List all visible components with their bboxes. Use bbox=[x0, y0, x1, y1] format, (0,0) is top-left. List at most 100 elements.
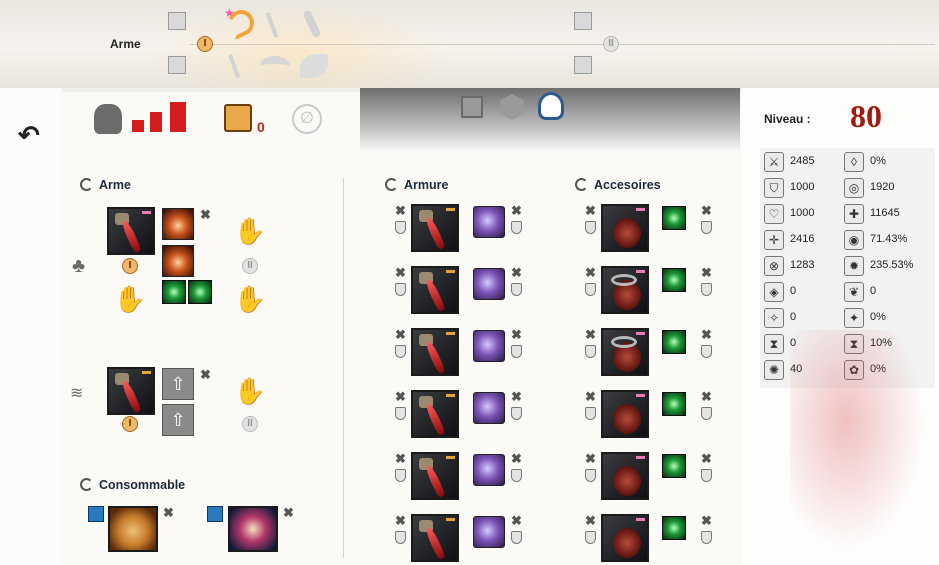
accessory-jewel[interactable] bbox=[662, 454, 686, 478]
sigil-slot-1[interactable] bbox=[162, 208, 194, 240]
weapon-slot-water-1[interactable] bbox=[107, 367, 155, 415]
heart-icon: ♡ bbox=[764, 204, 784, 224]
level-value: 80 bbox=[850, 98, 882, 134]
stat-value: 1920 bbox=[870, 181, 895, 193]
land-tree-icon: ♣ bbox=[72, 255, 86, 277]
armor-slot-hands[interactable] bbox=[411, 390, 459, 438]
utility-slot[interactable] bbox=[228, 506, 278, 552]
food-icon bbox=[88, 506, 104, 522]
accessory-slot-amulet[interactable] bbox=[601, 514, 649, 562]
rank-bar-1 bbox=[132, 120, 144, 132]
weapon-bar-line bbox=[190, 44, 935, 45]
fan-icon[interactable] bbox=[260, 56, 290, 76]
ghost-offhand-2-icon: ✋ bbox=[233, 284, 267, 314]
section-accessoires-title: Accesoires bbox=[575, 178, 661, 192]
stat-x-circle: ⊗ 1283 bbox=[764, 256, 846, 282]
upgrade-slot-1[interactable]: ⇧ bbox=[162, 368, 194, 400]
water-set-2-badge: II bbox=[242, 416, 258, 432]
shield-icon: ⛉ bbox=[764, 178, 784, 198]
accessory-slot-ring-1[interactable] bbox=[601, 266, 649, 314]
sigil-slot-2[interactable] bbox=[162, 245, 194, 277]
armor-slot-legs[interactable] bbox=[411, 452, 459, 500]
gear-icon: ✺ bbox=[764, 360, 784, 380]
rank-bar-2 bbox=[150, 112, 162, 132]
accessory-jewel[interactable] bbox=[662, 268, 686, 292]
stat-crest: ◎ 1920 bbox=[844, 178, 926, 204]
stat-value: 2485 bbox=[790, 155, 815, 167]
stat-cross: ✚ 11645 bbox=[844, 204, 926, 230]
weapon-slot-icon[interactable] bbox=[168, 12, 186, 30]
reset-accessoires-icon[interactable] bbox=[575, 178, 588, 191]
burst-icon: ✹ bbox=[844, 256, 864, 276]
accessory-slot-back[interactable] bbox=[601, 204, 649, 252]
weapon-set-2-offhand-icon[interactable] bbox=[574, 56, 592, 74]
rune-slot[interactable] bbox=[473, 454, 505, 486]
weapon-set-2-badge[interactable]: II bbox=[603, 36, 619, 52]
accessory-slot-accessory-2[interactable] bbox=[601, 452, 649, 500]
rank-bar-3 bbox=[170, 102, 186, 132]
section-consommable-title: Consommable bbox=[80, 478, 185, 492]
stat-burst: ✹ 235.53% bbox=[844, 256, 926, 282]
section-consommable-label: Consommable bbox=[99, 478, 186, 492]
accessory-jewel[interactable] bbox=[662, 392, 686, 416]
tab-equipment-helm-icon[interactable] bbox=[538, 92, 564, 120]
accessory-slot-ring-2[interactable] bbox=[601, 328, 649, 376]
rune-slot[interactable] bbox=[473, 516, 505, 548]
weapon-set-1-badge[interactable]: I bbox=[197, 36, 213, 52]
water-set-1-badge: I bbox=[122, 416, 138, 432]
water-icon: ≋ bbox=[70, 385, 84, 402]
stat-value: 1000 bbox=[790, 181, 815, 193]
armor-shield-icon bbox=[395, 221, 406, 234]
armor-slot-chest[interactable] bbox=[411, 328, 459, 376]
stat-crosshair: ✛ 2416 bbox=[764, 230, 846, 256]
sword-icon: ⚔ bbox=[764, 152, 784, 172]
undo-icon[interactable]: ↶ bbox=[18, 120, 40, 151]
armor-slot-feet[interactable] bbox=[411, 514, 459, 562]
remove-water-weapon-button[interactable]: ✖ bbox=[200, 368, 211, 381]
remove-utility-button[interactable]: ✖ bbox=[283, 506, 294, 519]
armor-slot-shoulders[interactable] bbox=[411, 266, 459, 314]
tab-weapons-icon[interactable] bbox=[461, 96, 483, 118]
accessory-jewel[interactable] bbox=[662, 330, 686, 354]
rune-slot[interactable] bbox=[473, 206, 505, 238]
runes-stat-value: 0 bbox=[257, 119, 265, 135]
rune-slot[interactable] bbox=[473, 330, 505, 362]
level-label: Niveau : bbox=[764, 112, 811, 126]
runes-stat-icon[interactable] bbox=[224, 104, 252, 132]
food-slot[interactable] bbox=[108, 506, 158, 552]
land-set-2-badge: II bbox=[242, 258, 258, 274]
stat-heart: ♡ 1000 bbox=[764, 204, 846, 230]
stat-value: 0 bbox=[790, 285, 797, 297]
stat-value: 71.43% bbox=[870, 233, 908, 245]
section-armure-title: Armure bbox=[385, 178, 448, 192]
accessory-jewel[interactable] bbox=[662, 206, 686, 230]
reset-armure-icon[interactable] bbox=[385, 178, 398, 191]
golem-icon[interactable] bbox=[94, 104, 122, 134]
stat-leaf: ❦ 0 bbox=[844, 282, 926, 308]
jewel-slot-1[interactable] bbox=[162, 280, 186, 304]
weapon-slot-land-1[interactable] bbox=[107, 207, 155, 255]
armor-slot-head[interactable] bbox=[411, 204, 459, 252]
jewel-slot-2[interactable] bbox=[188, 280, 212, 304]
stat-value: 0% bbox=[870, 155, 886, 167]
offhand-slot-icon[interactable] bbox=[168, 56, 186, 74]
star-diamond2-icon: ✦ bbox=[844, 308, 864, 328]
stat-shield: ⛉ 1000 bbox=[764, 178, 846, 204]
accessory-slot-accessory-1[interactable] bbox=[601, 390, 649, 438]
ghost-hand-icon: ✋ bbox=[233, 216, 267, 246]
section-armure-label: Armure bbox=[404, 178, 449, 192]
rune-slot[interactable] bbox=[473, 392, 505, 424]
accessory-jewel[interactable] bbox=[662, 516, 686, 540]
remove-food-button[interactable]: ✖ bbox=[163, 506, 174, 519]
weapon-set-2-slot-icon[interactable] bbox=[574, 12, 592, 30]
upgrade-slot-2[interactable]: ⇧ bbox=[162, 404, 194, 436]
reset-consommable-icon[interactable] bbox=[80, 478, 93, 491]
stat-value: 1000 bbox=[790, 207, 815, 219]
rune-slot[interactable] bbox=[473, 268, 505, 300]
star-diamond-icon: ✧ bbox=[764, 308, 784, 328]
reset-arme-icon[interactable] bbox=[80, 178, 93, 191]
remove-weapon-button[interactable]: ✖ bbox=[200, 208, 211, 221]
stat-target: ◉ 71.43% bbox=[844, 230, 926, 256]
stat-value: 235.53% bbox=[870, 259, 914, 271]
weapon-bar-label: Arme bbox=[110, 37, 141, 51]
